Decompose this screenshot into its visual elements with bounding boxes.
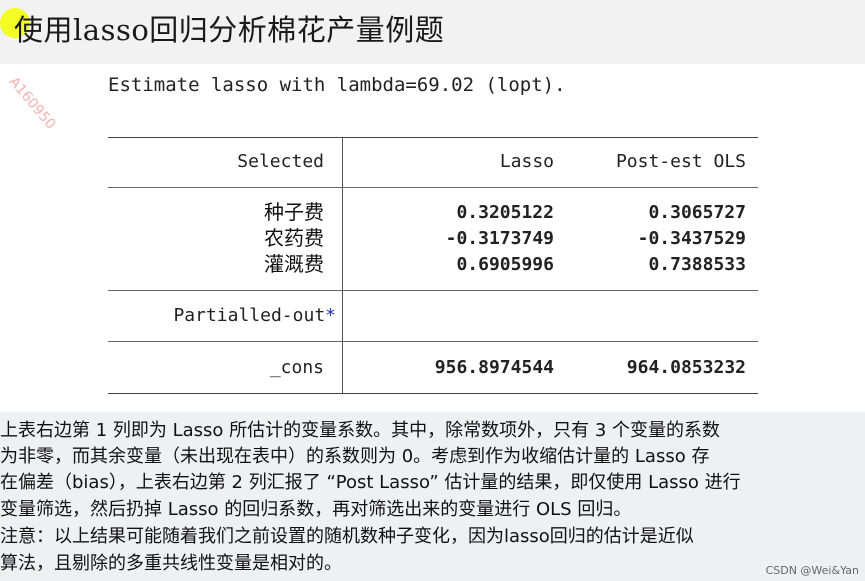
header-divider xyxy=(108,187,758,188)
header-selected: Selected xyxy=(237,151,324,172)
slide-title: 使用lasso回归分析棉花产量例题 xyxy=(14,13,445,47)
note-line: 算法，且剔除的多重共线性变量是相对的。 xyxy=(0,553,342,574)
ols-coef: 0.3065727 xyxy=(648,202,746,223)
row-divider xyxy=(108,290,758,291)
ols-coef: 0.7388533 xyxy=(648,254,746,275)
var-name: 种子费 xyxy=(264,200,324,224)
lasso-coef: 0.3205122 xyxy=(456,202,554,223)
estimate-line: Estimate lasso with lambda=69.02 (lopt). xyxy=(108,74,566,96)
note-line: 变量筛选，然后扔掉 Lasso 的回归系数，再对筛选出来的变量进行 OLS 回归… xyxy=(0,499,632,520)
partialled-out-star: * xyxy=(325,305,336,326)
partialled-out-text: Partialled-out xyxy=(173,305,326,326)
credit-text: CSDN @Wei&Yan xyxy=(765,564,859,577)
note-line: 上表右边第 1 列即为 Lasso 所估计的变量系数。其中，除常数项外，只有 3… xyxy=(0,420,721,441)
row-divider xyxy=(108,341,758,342)
cons-label: _cons xyxy=(269,357,324,378)
watermark-text: A160950 xyxy=(5,74,59,133)
note-line: 在偏差（bias），上表右边第 2 列汇报了 “Post Lasso” 估计量的… xyxy=(0,472,741,493)
note-line: 为非零，而其余变量（未出现在表中）的系数则为 0。考虑到作为收缩估计量的 Las… xyxy=(0,446,710,467)
cons-ols: 964.0853232 xyxy=(626,357,746,378)
ols-coef: -0.3437529 xyxy=(637,228,746,249)
results-table: Selected Lasso Post-est OLS 种子费 0.320512… xyxy=(108,137,758,394)
cons-lasso: 956.8974544 xyxy=(434,357,554,378)
header-lasso: Lasso xyxy=(499,151,554,172)
var-name: 农药费 xyxy=(264,226,324,250)
note-line: 注意：以上结果可能随着我们之前设置的随机数种子变化，因为lasso回归的估计是近… xyxy=(0,526,694,547)
var-name: 灌溉费 xyxy=(264,252,324,276)
header-post-ols: Post-est OLS xyxy=(615,151,746,172)
column-divider xyxy=(342,138,343,393)
lasso-coef: -0.3173749 xyxy=(445,228,554,249)
partialled-out-label: Partialled-out* xyxy=(108,304,336,328)
lasso-coef: 0.6905996 xyxy=(456,254,554,275)
